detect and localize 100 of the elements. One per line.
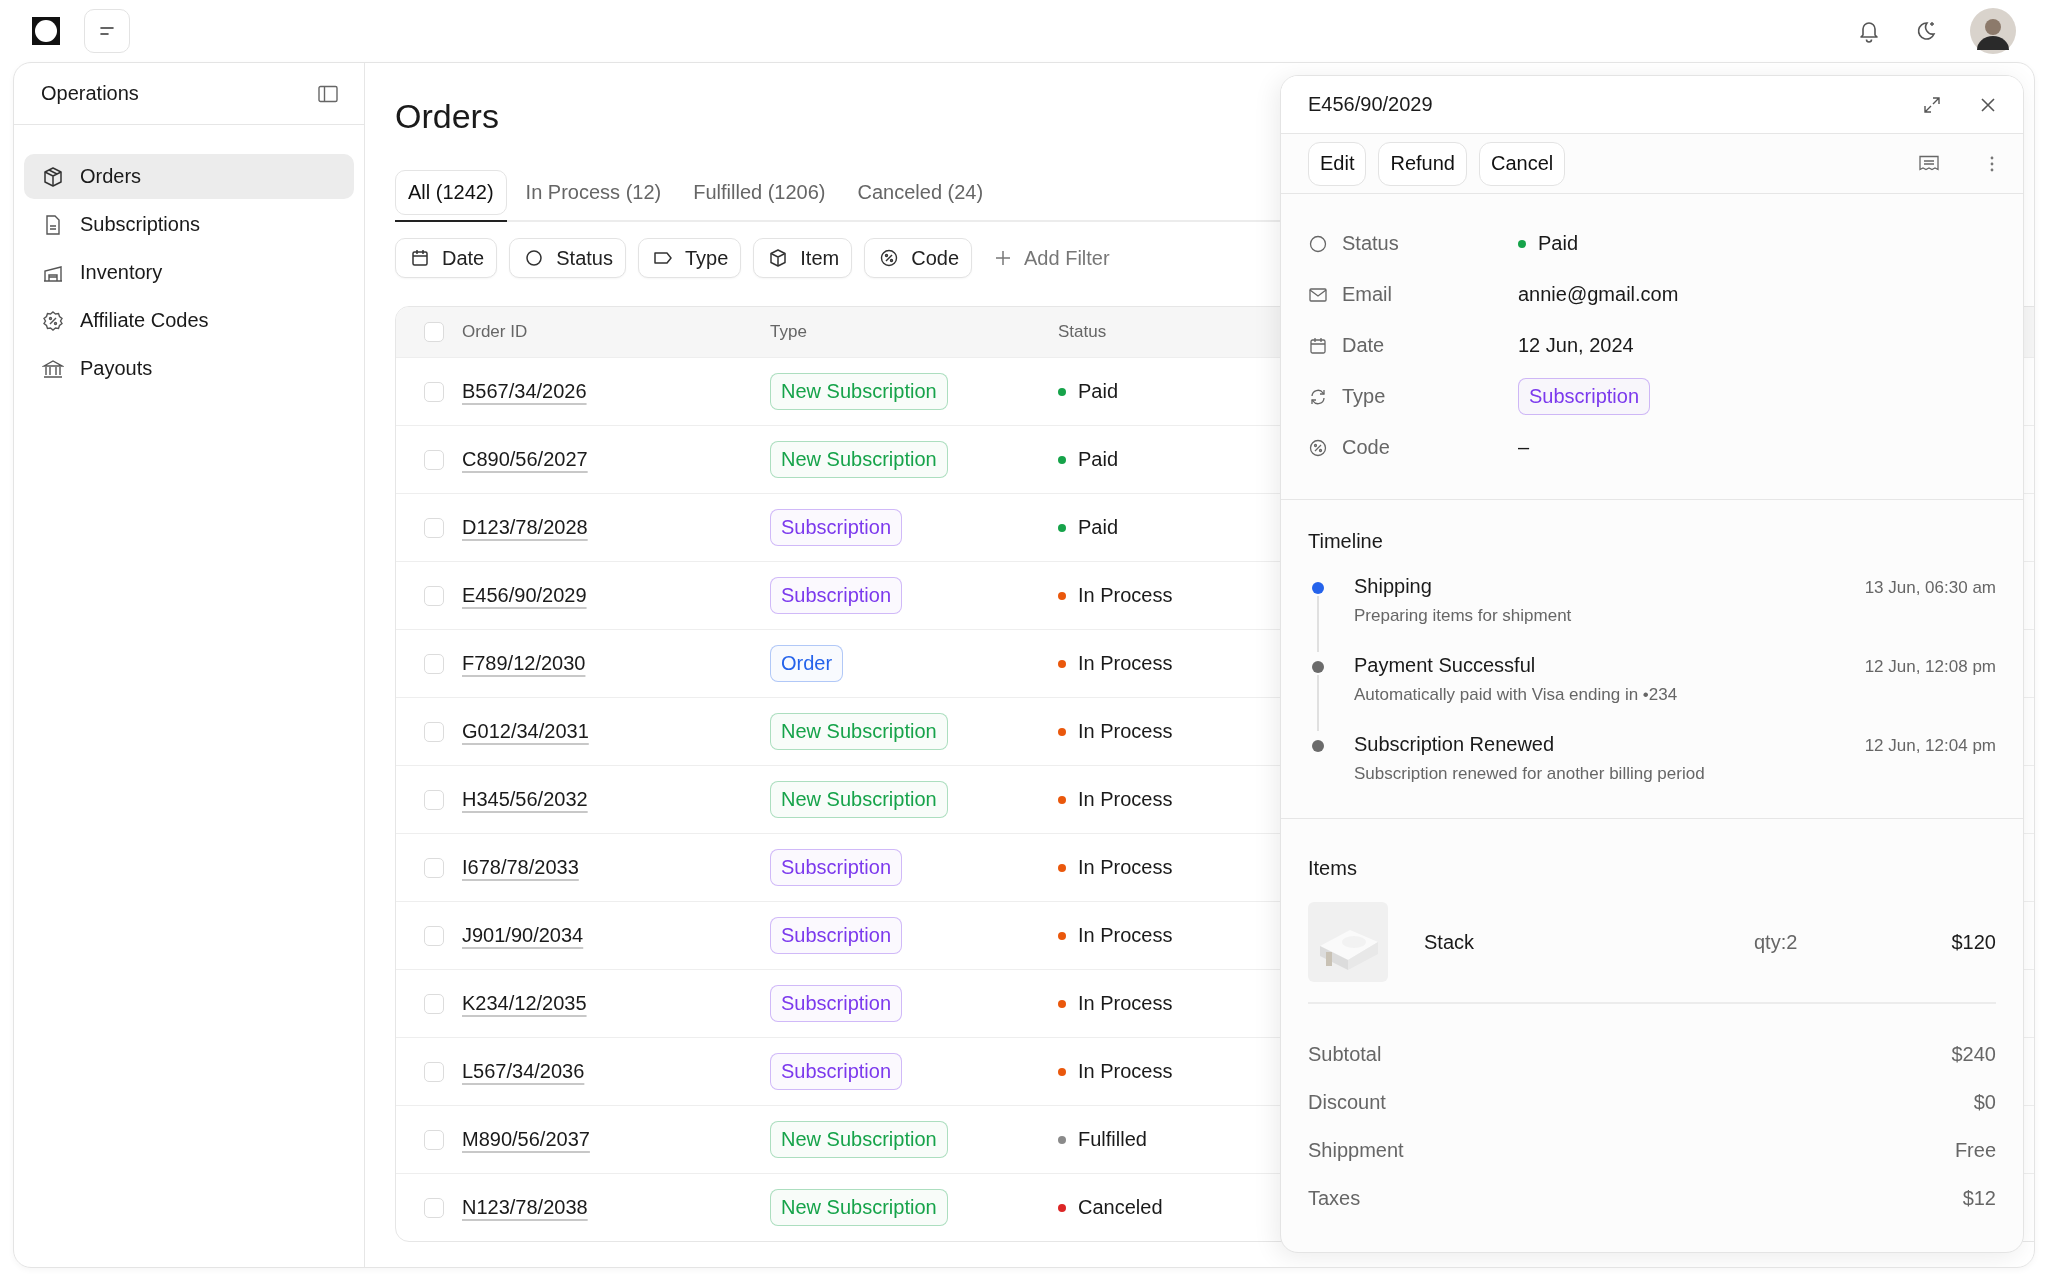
checkbox[interactable]: [424, 653, 444, 674]
event-description: Preparing items for shipment: [1354, 606, 1573, 626]
calendar-icon: [410, 248, 430, 268]
box-icon: [768, 248, 789, 268]
order-id-link[interactable]: H345/56/2032: [462, 788, 588, 811]
status-text: Canceled: [1078, 1196, 1163, 1219]
checkbox[interactable]: [424, 322, 444, 342]
summary-label: Taxes: [1308, 1186, 1361, 1210]
summary-value: $12: [1962, 1186, 1996, 1210]
order-id-link[interactable]: M890/56/2037: [462, 1128, 590, 1151]
item-quantity: qty:2: [1754, 930, 1799, 954]
checkbox[interactable]: [424, 517, 444, 538]
calendar-icon: [1308, 335, 1328, 356]
checkbox[interactable]: [424, 585, 444, 606]
order-id-link[interactable]: D123/78/2028: [462, 516, 588, 539]
event-time: 12 Jun, 12:08 pm: [1864, 657, 1996, 677]
status-text: In Process: [1078, 1060, 1173, 1083]
summary-label: Subtotal: [1308, 1042, 1382, 1066]
menu-button[interactable]: [84, 9, 130, 53]
sidebar-title: Operations: [41, 82, 139, 105]
status-text: In Process: [1078, 720, 1173, 743]
order-id-link[interactable]: N123/78/2038: [462, 1196, 588, 1219]
tab[interactable]: Canceled (24): [844, 170, 997, 215]
action-button[interactable]: Refund: [1378, 141, 1467, 186]
checkbox[interactable]: [424, 925, 444, 946]
order-id-link[interactable]: I678/78/2033: [462, 856, 579, 879]
checkbox[interactable]: [424, 449, 444, 470]
status-text: In Process: [1078, 788, 1173, 811]
filter-button[interactable]: Item: [753, 238, 853, 278]
tab[interactable]: In Process (12): [512, 170, 675, 215]
percent-badge-icon: [1308, 437, 1328, 458]
order-id-link[interactable]: E456/90/2029: [462, 584, 587, 607]
summary-value: Free: [1954, 1138, 1996, 1162]
property-value: –: [1518, 436, 1530, 459]
checkbox[interactable]: [424, 993, 444, 1014]
sidebar-item[interactable]: Payouts: [24, 346, 354, 391]
event-description: Subscription renewed for another billing period: [1354, 764, 1706, 784]
bank-icon: [42, 357, 64, 380]
column-header: Type: [770, 322, 807, 342]
type-badge: Subscription: [770, 849, 903, 886]
checkbox[interactable]: [424, 857, 444, 878]
receipt-icon[interactable]: [1919, 154, 1939, 173]
order-id-link[interactable]: K234/12/2035: [462, 992, 587, 1015]
summary-value: $240: [1951, 1042, 1996, 1066]
avatar[interactable]: [1970, 8, 2016, 54]
item-price: $120: [1951, 930, 1996, 954]
sidebar-item[interactable]: Inventory: [24, 250, 354, 295]
order-id-link[interactable]: J901/90/2034: [462, 924, 584, 947]
column-header: Status: [1058, 322, 1107, 342]
status-text: Paid: [1078, 448, 1119, 471]
type-badge: New Subscription: [770, 373, 948, 410]
order-id-link[interactable]: G012/34/2031: [462, 720, 589, 743]
checkbox[interactable]: [424, 381, 444, 402]
close-icon[interactable]: [1979, 95, 1997, 114]
tab[interactable]: Fulfilled (1206): [680, 170, 839, 215]
status-text: In Process: [1078, 924, 1173, 947]
type-badge: New Subscription: [770, 1189, 948, 1226]
type-badge: Subscription: [770, 577, 903, 614]
checkbox[interactable]: [424, 1129, 444, 1150]
checkbox[interactable]: [424, 1061, 444, 1082]
filter-button[interactable]: Type: [637, 238, 742, 278]
type-badge: Subscription: [770, 509, 903, 546]
section-title: Items: [1308, 857, 1358, 880]
summary-value: $0: [1973, 1090, 1996, 1114]
circle-icon: [524, 248, 545, 268]
sidebar-item[interactable]: Subscriptions: [24, 202, 354, 247]
order-id-link[interactable]: F789/12/2030: [462, 652, 586, 675]
action-button[interactable]: Edit: [1308, 141, 1367, 186]
notification-bell-icon[interactable]: [1858, 19, 1880, 43]
sidebar-toggle-icon[interactable]: [318, 84, 338, 103]
sidebar-item[interactable]: Orders: [24, 154, 354, 199]
filter-button[interactable]: Status: [509, 238, 626, 278]
order-id-link[interactable]: B567/34/2026: [462, 380, 587, 403]
type-badge: Order: [770, 645, 844, 682]
property-label: Email: [1342, 283, 1393, 306]
page-title: Orders: [395, 97, 499, 136]
add-filter-button[interactable]: Add Filter: [984, 238, 1120, 278]
property-label: Code: [1342, 436, 1391, 459]
property-value: annie@gmail.com: [1518, 283, 1679, 306]
order-id-link[interactable]: C890/56/2027: [462, 448, 588, 471]
event-title: Subscription Renewed: [1354, 733, 1555, 756]
expand-icon[interactable]: [1923, 95, 1941, 114]
column-header: Order ID: [462, 322, 528, 342]
checkbox[interactable]: [424, 721, 444, 742]
more-icon[interactable]: [1989, 154, 1995, 173]
filter-button[interactable]: Date: [395, 238, 498, 278]
property-label: Type: [1342, 385, 1387, 408]
status-text: Paid: [1078, 516, 1119, 539]
percent-badge-icon: [42, 309, 64, 332]
event-title: Payment Successful: [1354, 654, 1536, 677]
action-button[interactable]: Cancel: [1478, 141, 1566, 186]
type-badge: Subscription: [1518, 378, 1651, 415]
sidebar-item[interactable]: Affiliate Codes: [24, 298, 354, 343]
tab[interactable]: All (1242): [395, 170, 507, 215]
filter-button[interactable]: Code: [864, 238, 973, 278]
checkbox[interactable]: [424, 1197, 444, 1218]
checkbox[interactable]: [424, 789, 444, 810]
status-text: Fulfilled: [1078, 1128, 1147, 1151]
menu-icon: [98, 24, 116, 38]
order-id-link[interactable]: L567/34/2036: [462, 1060, 585, 1083]
